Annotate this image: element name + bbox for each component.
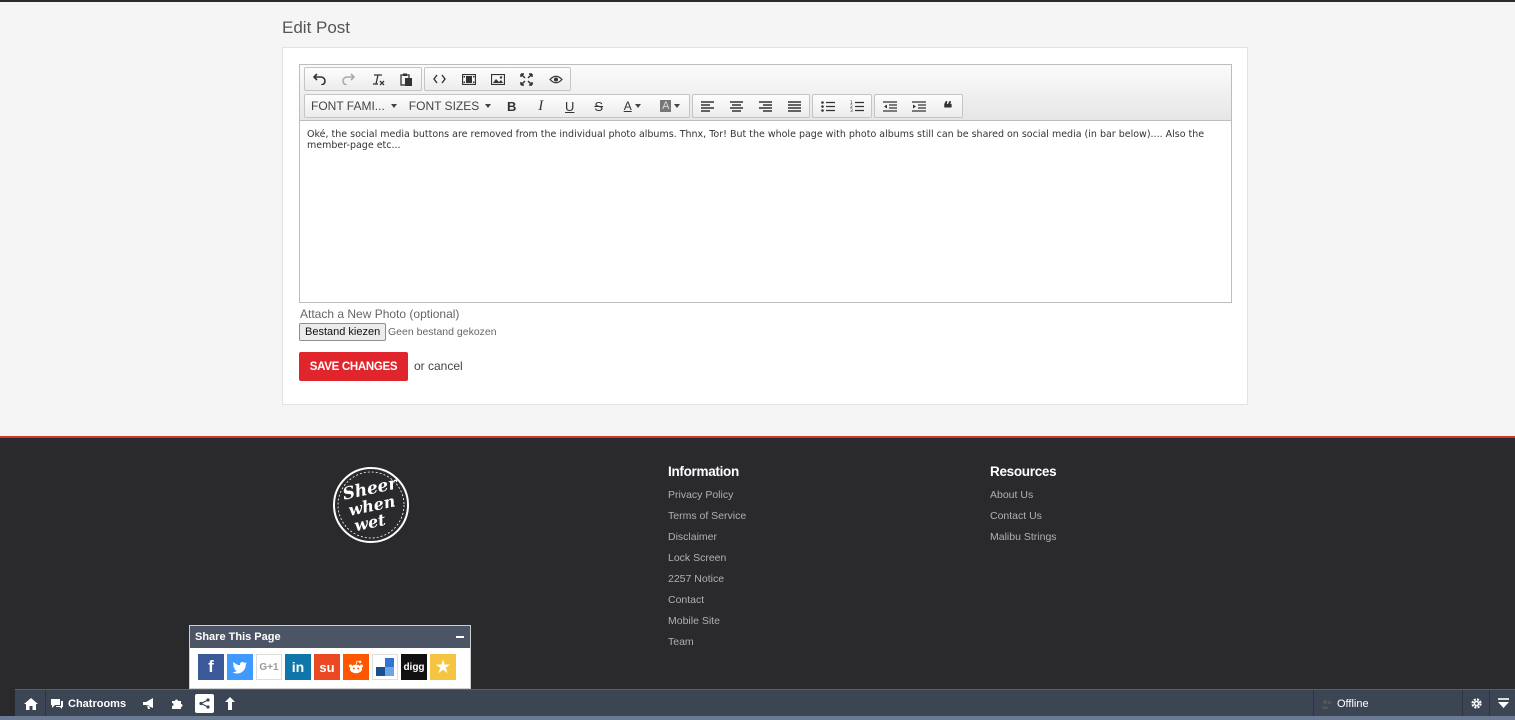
share-header: Share This Page — [190, 626, 470, 648]
font-sizes-dropdown[interactable]: FONT SIZES — [403, 95, 497, 117]
footer-link-about-us[interactable]: About Us — [990, 488, 1057, 509]
digg-icon[interactable]: digg — [401, 654, 427, 680]
toolbar-group-insert — [424, 67, 571, 91]
stumbleupon-icon[interactable]: su — [314, 654, 340, 680]
status-button[interactable]: Offline — [1321, 690, 1461, 717]
footer-link-lock-screen[interactable]: Lock Screen — [668, 551, 746, 572]
edit-post-panel: FONT FAMI... FONT SIZES B I U S A A 1 2 … — [282, 47, 1248, 405]
undo-icon[interactable] — [305, 68, 334, 90]
announcement-icon[interactable] — [138, 690, 160, 717]
reddit-icon[interactable] — [343, 654, 369, 680]
arrow-up-icon[interactable] — [219, 690, 241, 717]
toolbar-group-history — [304, 67, 422, 91]
file-status: Geen bestand gekozen — [388, 326, 497, 338]
toolbar-group-lists: 123 — [812, 94, 873, 118]
chatrooms-label: Chatrooms — [68, 697, 127, 710]
cancel-link[interactable]: or cancel — [414, 359, 463, 373]
align-justify-icon[interactable] — [780, 95, 809, 117]
font-family-label: FONT FAMI... — [311, 99, 385, 113]
indent-icon[interactable] — [904, 95, 933, 117]
bottom-chat-bar: Chatrooms Offline — [15, 689, 1515, 717]
choose-file-button[interactable]: Bestand kiezen — [299, 323, 387, 341]
toolbar-group-indent: ❝ — [874, 94, 964, 118]
favorites-icon[interactable]: ★ — [430, 654, 456, 680]
align-center-icon[interactable] — [722, 95, 751, 117]
paste-icon[interactable] — [392, 68, 421, 90]
footer-information-column: Information Privacy Policy Terms of Serv… — [668, 464, 746, 656]
share-this-page-widget: Share This Page f G+1 in su digg ★ — [189, 625, 471, 689]
footer-link-contact-us[interactable]: Contact Us — [990, 509, 1057, 530]
preview-eye-icon[interactable] — [541, 68, 570, 90]
footer-link-team[interactable]: Team — [668, 635, 746, 656]
numbered-list-icon[interactable]: 123 — [842, 95, 871, 117]
footer-link-contact[interactable]: Contact — [668, 593, 746, 614]
bar-separator — [1462, 690, 1463, 717]
page-title: Edit Post — [282, 18, 351, 37]
collapse-bar-icon[interactable] — [1492, 690, 1514, 717]
home-icon[interactable] — [20, 690, 42, 717]
rich-text-editor: FONT FAMI... FONT SIZES B I U S A A 1 2 … — [299, 64, 1232, 303]
footer-link-mobile-site[interactable]: Mobile Site — [668, 614, 746, 635]
google-plus-icon[interactable]: G+1 — [256, 654, 282, 680]
bar-separator — [1489, 690, 1490, 717]
information-heading: Information — [668, 464, 739, 479]
image-icon[interactable] — [483, 68, 512, 90]
minimize-icon[interactable] — [456, 636, 464, 638]
blockquote-icon[interactable]: ❝ — [933, 95, 962, 118]
footer-link-privacy-policy[interactable]: Privacy Policy — [668, 488, 746, 509]
underline-icon[interactable]: U — [555, 95, 584, 117]
bar-separator — [45, 690, 46, 717]
footer-link-disclaimer[interactable]: Disclaimer — [668, 530, 746, 551]
code-icon[interactable] — [425, 68, 454, 90]
footer-link-terms-of-service[interactable]: Terms of Service — [668, 509, 746, 530]
align-right-icon[interactable] — [751, 95, 780, 117]
bold-icon[interactable]: B — [497, 95, 526, 117]
background-color-icon[interactable]: A — [651, 95, 689, 117]
footer-link-malibu-strings[interactable]: Malibu Strings — [990, 530, 1057, 551]
align-left-icon[interactable] — [693, 95, 722, 117]
chevron-down-icon — [485, 104, 492, 108]
chatrooms-button[interactable]: Chatrooms — [50, 690, 132, 717]
users-icon — [1321, 699, 1332, 709]
linkedin-icon[interactable]: in — [285, 654, 311, 680]
share-title: Share This Page — [195, 631, 281, 643]
strikethrough-icon[interactable]: S — [584, 95, 613, 117]
editor-toolbar: FONT FAMI... FONT SIZES B I U S A A 1 2 … — [300, 65, 1231, 121]
puzzle-icon[interactable] — [165, 690, 187, 717]
italic-icon[interactable]: I — [526, 95, 555, 117]
text-color-icon[interactable]: A — [613, 95, 651, 117]
chat-bubble-icon — [51, 698, 63, 709]
share-icons: f G+1 in su digg ★ — [190, 648, 470, 680]
status-label: Offline — [1337, 697, 1369, 710]
resources-heading: Resources — [990, 464, 1057, 479]
media-icon[interactable] — [454, 68, 483, 90]
twitter-icon[interactable] — [227, 654, 253, 680]
footer-resources-column: Resources About Us Contact Us Malibu Str… — [990, 464, 1057, 551]
bullet-list-icon[interactable] — [813, 95, 842, 117]
facebook-icon[interactable]: f — [198, 654, 224, 680]
toolbar-group-align — [692, 94, 811, 118]
outdent-icon[interactable] — [875, 95, 904, 117]
gear-icon[interactable] — [1465, 690, 1487, 717]
footer-link-2257-notice[interactable]: 2257 Notice — [668, 572, 746, 593]
attach-photo-label: Attach a New Photo (optional) — [300, 307, 460, 321]
top-border — [0, 0, 1515, 2]
chevron-down-icon — [390, 104, 397, 108]
toolbar-group-fonts: FONT FAMI... FONT SIZES B I U S A A — [304, 94, 691, 118]
redo-icon[interactable] — [334, 68, 363, 90]
editor-content-area[interactable]: Oké, the social media buttons are remove… — [300, 121, 1231, 159]
share-toggle-icon[interactable] — [195, 694, 214, 713]
font-family-dropdown[interactable]: FONT FAMI... — [305, 95, 403, 117]
svg-text:3: 3 — [850, 108, 853, 112]
clear-format-icon[interactable] — [363, 68, 392, 90]
font-sizes-label: FONT SIZES — [408, 99, 480, 113]
bar-separator — [1313, 690, 1314, 717]
save-changes-button[interactable]: SAVE CHANGES — [299, 352, 408, 381]
site-logo[interactable]: Sheer when wet — [330, 466, 412, 544]
fullscreen-icon[interactable] — [512, 68, 541, 90]
os-taskbar-strip — [0, 716, 1515, 720]
delicious-icon[interactable] — [372, 654, 398, 680]
